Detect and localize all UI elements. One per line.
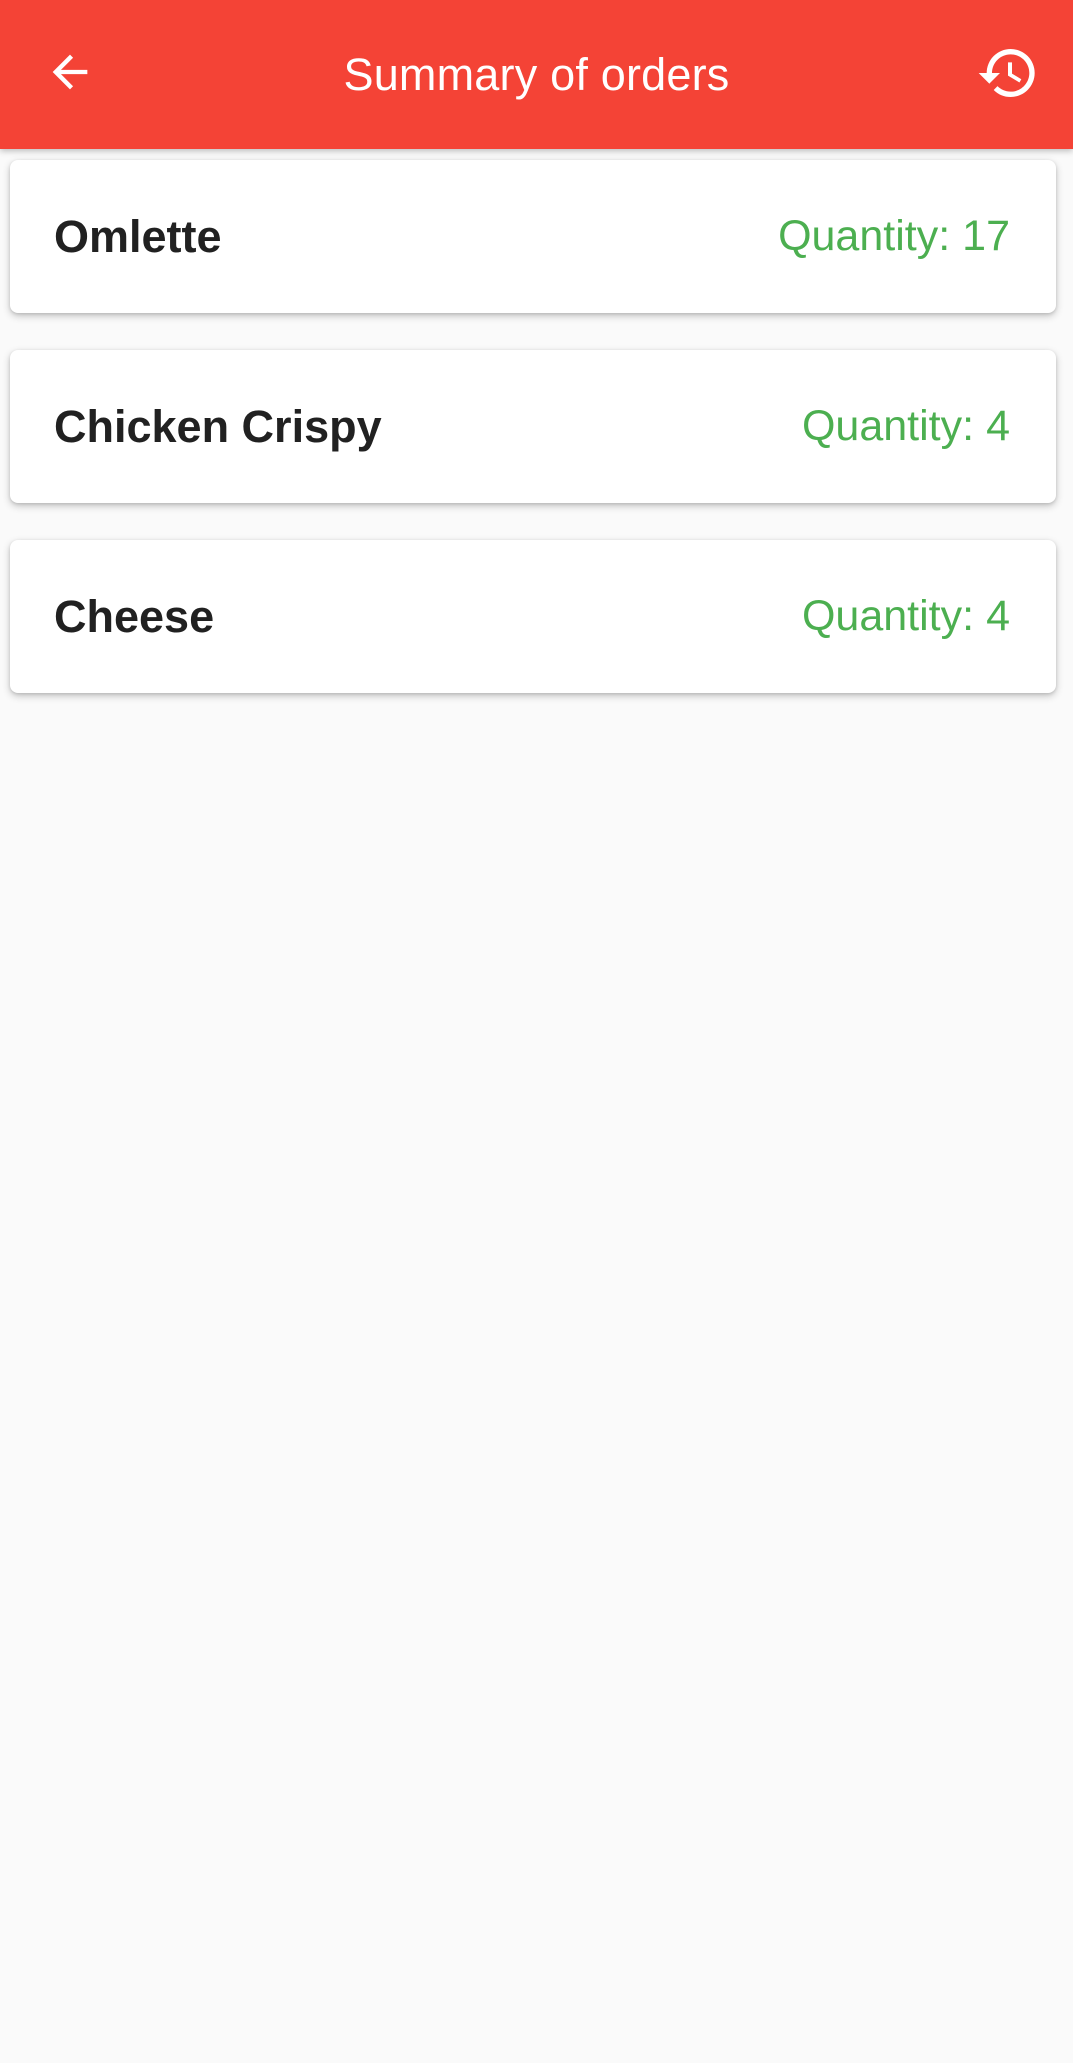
app-bar: Summary of orders xyxy=(0,0,1073,149)
history-button[interactable] xyxy=(975,40,1041,106)
quantity-label: Quantity: xyxy=(778,212,951,260)
quantity-value: 4 xyxy=(986,592,1010,640)
quantity-value: 4 xyxy=(986,402,1010,450)
page-title: Summary of orders xyxy=(343,48,730,100)
quantity-label: Quantity: xyxy=(801,402,975,450)
order-card[interactable]: Omlette Quantity: 17 xyxy=(10,160,1056,313)
order-card[interactable]: Chicken Crispy Quantity: 4 xyxy=(10,350,1056,503)
arrow-back-icon xyxy=(52,54,88,90)
order-item-quantity: Quantity: 17 xyxy=(778,160,1010,313)
history-icon xyxy=(978,49,1035,98)
order-item-name: Omlette xyxy=(54,210,222,262)
back-button[interactable] xyxy=(40,42,100,102)
order-card[interactable]: Cheese Quantity: 4 xyxy=(10,540,1056,693)
quantity-label: Quantity: xyxy=(801,592,975,640)
quantity-value: 17 xyxy=(962,212,1010,260)
order-item-name: Cheese xyxy=(54,590,215,642)
order-item-quantity: Quantity: 4 xyxy=(802,540,1010,693)
order-item-name: Chicken Crispy xyxy=(54,400,382,452)
order-item-quantity: Quantity: 4 xyxy=(802,350,1010,503)
